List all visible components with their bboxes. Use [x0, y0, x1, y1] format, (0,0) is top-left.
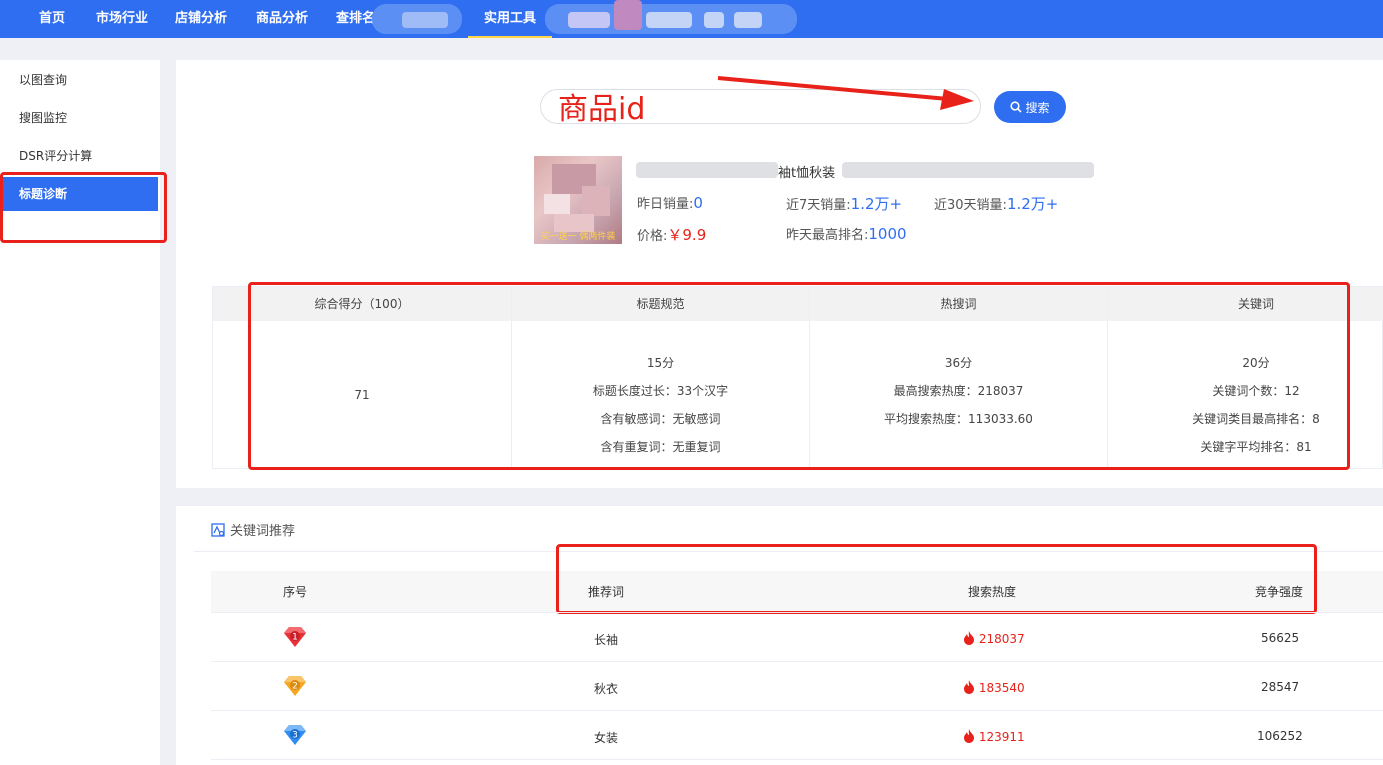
- sidebar-item-dsr-calc[interactable]: DSR评分计算: [0, 139, 158, 173]
- kw-row-2-competition: 28547: [1261, 680, 1300, 694]
- redacted-nav-text-3: [646, 12, 692, 28]
- redacted-nav-text: [402, 12, 448, 28]
- fire-icon: [964, 680, 974, 694]
- nav-item-tools[interactable]: 实用工具: [468, 0, 553, 38]
- row-divider: [211, 612, 1383, 613]
- gem-rank-2-icon: 2: [284, 676, 306, 696]
- kw-row-1-competition: 56625: [1261, 631, 1300, 645]
- kw-row-2-heat: 183540: [963, 680, 1025, 695]
- nav-item-shop-analysis[interactable]: 店铺分析: [175, 0, 227, 38]
- annotation-arrow: [717, 76, 974, 110]
- redacted-nav-text-4: [704, 12, 724, 28]
- row-divider: [381, 661, 1383, 662]
- kw-row-2-word[interactable]: 秋衣: [594, 680, 618, 697]
- kw-row-1-word[interactable]: 长袖: [594, 631, 618, 648]
- svg-text:3: 3: [292, 731, 298, 741]
- keyword-section-title-text: 关键词推荐: [230, 524, 296, 539]
- nav-item-home[interactable]: 首页: [39, 0, 65, 38]
- annotation-box-score: [248, 282, 1350, 470]
- kw-row-3-heat: 123911: [963, 729, 1025, 744]
- annotation-text-product-id: 商品id: [558, 92, 646, 127]
- row-divider: [211, 759, 1383, 760]
- gem-rank-1-icon: 1: [284, 627, 306, 647]
- product-title[interactable]: 袖t恤秋装: [778, 162, 835, 181]
- keyword-section-title: 关键词推荐: [211, 520, 295, 539]
- product-thumbnail: 买一送一 偶两件装: [534, 156, 622, 244]
- product-price: 价格:￥9.9: [637, 226, 707, 244]
- gem-rank-3-icon: 3: [284, 725, 306, 745]
- sidebar-item-image-monitor[interactable]: 搜图监控: [0, 101, 158, 135]
- sidebar: 以图查询 搜图监控 DSR评分计算 标题诊断: [0, 60, 160, 765]
- search-icon: [1010, 101, 1023, 113]
- sidebar-item-image-search[interactable]: 以图查询: [0, 63, 158, 97]
- svg-text:1: 1: [292, 633, 298, 643]
- fire-icon: [964, 729, 974, 743]
- redacted-nav-text-2: [568, 12, 610, 28]
- product-thumbnail-caption: 买一送一 偶两件装: [540, 232, 616, 242]
- redacted-product-title-b: [842, 162, 1094, 178]
- yesterday-sales: 昨日销量:0: [637, 194, 703, 212]
- keyword-icon: [211, 522, 225, 537]
- annotation-box-keyword-header: [556, 544, 1317, 614]
- row-divider: [211, 661, 381, 662]
- search-button-label: 搜索: [1025, 100, 1050, 115]
- search-button[interactable]: 搜索: [994, 91, 1066, 123]
- row-divider: [211, 710, 1383, 711]
- svg-text:2: 2: [292, 682, 298, 692]
- kw-row-1-heat: 218037: [963, 631, 1025, 646]
- nav-item-market[interactable]: 市场行业: [96, 0, 148, 38]
- best-rank-yesterday: 昨天最高排名:1000: [786, 225, 907, 243]
- nav-item-product-analysis[interactable]: 商品分析: [256, 0, 308, 38]
- sales-7-days: 近7天销量:1.2万+: [786, 195, 903, 213]
- annotation-box-sidebar: [0, 172, 167, 243]
- kw-row-3-competition: 106252: [1257, 729, 1303, 743]
- redacted-product-title-a: [636, 162, 778, 178]
- kw-row-3-word[interactable]: 女装: [594, 729, 618, 746]
- top-nav: 首页 市场行业 店铺分析 商品分析 查排名 实用工具: [0, 0, 1383, 38]
- kw-header-rank: 序号: [283, 585, 308, 599]
- sales-30-days: 近30天销量:1.2万+: [934, 195, 1059, 213]
- redacted-nav-text-5: [734, 12, 762, 28]
- fire-icon: [964, 631, 974, 645]
- redacted-nav-block: [614, 0, 642, 30]
- nav-item-rank-check[interactable]: 查排名: [336, 0, 375, 38]
